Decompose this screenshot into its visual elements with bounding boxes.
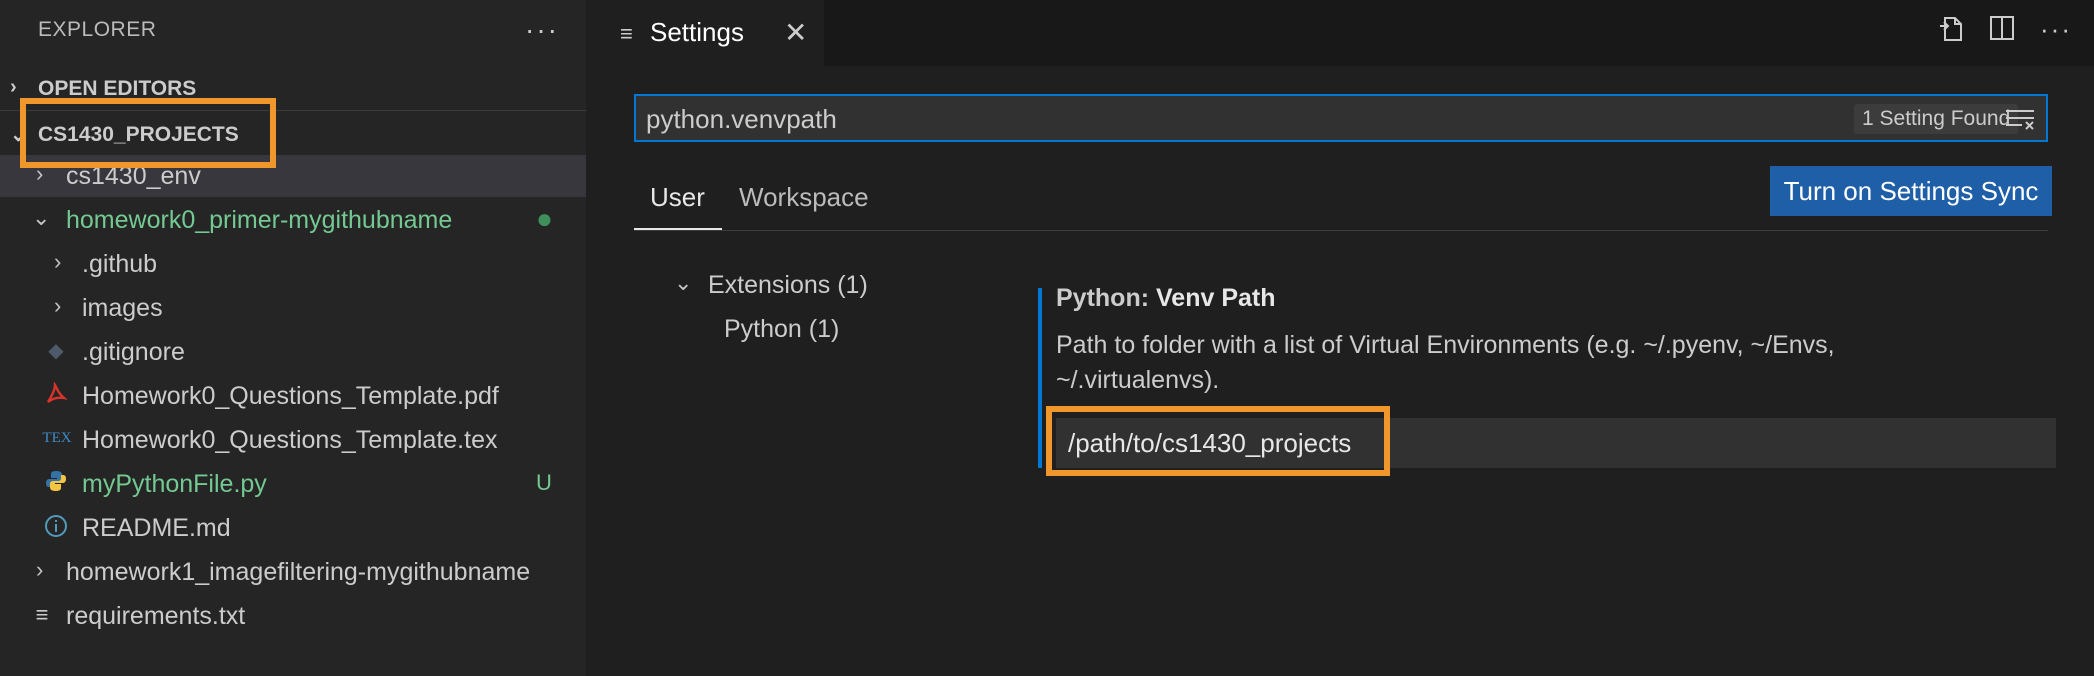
setting-title: Python: Venv Path [1056,284,1276,313]
chevron-down-icon[interactable]: ⌄ [674,270,692,296]
tab-label: Settings [650,17,744,47]
clear-filter-icon[interactable] [2004,106,2038,132]
tree-item-cs1430-env[interactable]: › cs1430_env [0,155,586,197]
tree-item-label: requirements.txt [66,602,246,630]
tree-item-label: homework0_primer-mygithubname [66,206,453,234]
tree-item-label: homework1_imagefiltering-mygithubname [66,558,531,586]
toc-extensions[interactable]: Extensions (1) [708,271,868,300]
tex-icon: TEX [42,430,72,446]
tree-item-label: README.md [82,514,231,542]
tree-item-label: .github [82,250,158,278]
tab-settings[interactable]: ≡ Settings ✕ [586,0,824,67]
divider [0,110,586,111]
tree-item-label: images [82,294,163,322]
git-icon: ◆ [48,340,64,362]
tab-bar: ≡ Settings ✕ ··· [586,0,2094,67]
tree-item-requirements[interactable]: ≡ requirements.txt [0,595,586,637]
chevron-right-icon: › [36,161,44,186]
untracked-badge: U [536,470,552,495]
python-icon [44,470,68,496]
explorer-title: EXPLORER [38,18,157,41]
tree-item-github[interactable]: › .github [0,243,586,285]
text-file-icon: ≡ [35,602,49,627]
settings-lines-icon: ≡ [620,21,633,46]
split-editor-icon[interactable] [1988,14,2016,49]
chevron-right-icon: › [10,76,17,98]
tree-item-python-file[interactable]: myPythonFile.py U [0,463,586,505]
divider [634,230,2048,231]
settings-sync-button[interactable]: Turn on Settings Sync [1770,166,2052,216]
chevron-down-icon: ⌄ [10,124,27,146]
tree-item-homework0[interactable]: ⌄ homework0_primer-mygithubname ● [0,199,586,241]
open-settings-json-icon[interactable] [1936,14,1966,51]
tree-item-readme[interactable]: README.md [0,507,586,549]
tree-item-label: myPythonFile.py [82,470,267,498]
setting-name: Venv Path [1156,284,1276,312]
explorer-sidebar: EXPLORER ··· › OPEN EDITORS ⌄ CS1430_PRO… [0,0,586,676]
more-actions-icon[interactable]: ··· [525,14,559,46]
tree-item-homework1[interactable]: › homework1_imagefiltering-mygithubname [0,551,586,593]
setting-focus-bar [1038,288,1042,468]
venv-path-input[interactable]: /path/to/cs1430_projects [1056,418,2056,468]
tree-item-label: .gitignore [82,338,185,366]
tree-item-label: Homework0_Questions_Template.tex [82,426,498,454]
close-icon[interactable]: ✕ [784,16,807,49]
tab-workspace[interactable]: Workspace [739,182,869,213]
settings-search-input[interactable] [644,102,1748,136]
chevron-right-icon: › [36,557,44,582]
project-folder-label: CS1430_PROJECTS [38,123,239,146]
tree-item-tex[interactable]: TEX Homework0_Questions_Template.tex [0,419,586,461]
project-folder-header[interactable]: ⌄ CS1430_PROJECTS [0,114,586,154]
info-icon [44,514,68,540]
setting-category: Python: [1056,284,1150,312]
setting-description: Path to folder with a list of Virtual En… [1056,331,1835,394]
tree-item-label: Homework0_Questions_Template.pdf [82,382,499,410]
chevron-right-icon: › [54,249,62,274]
tree-item-gitignore[interactable]: ◆ .gitignore [0,331,586,373]
modified-dot-icon: ● [536,203,553,234]
tab-user[interactable]: User [650,182,705,213]
chevron-right-icon: › [54,293,62,318]
settings-search[interactable]: 1 Setting Found [634,94,2048,142]
tree-item-images[interactable]: › images [0,287,586,329]
open-editors-header[interactable]: › OPEN EDITORS [0,68,586,108]
venv-path-value[interactable]: /path/to/cs1430_projects [1068,428,1351,459]
tree-item-pdf[interactable]: Homework0_Questions_Template.pdf [0,375,586,417]
chevron-down-icon: ⌄ [32,205,51,230]
more-actions-icon[interactable]: ··· [2040,14,2072,45]
settings-found-count: 1 Setting Found [1854,104,2019,134]
tree-item-label: cs1430_env [66,162,201,190]
settings-editor: ≡ Settings ✕ ··· 1 Setting Found User Wo… [586,0,2094,676]
open-editors-label: OPEN EDITORS [38,77,197,100]
pdf-icon [44,381,69,408]
toc-python[interactable]: Python (1) [724,315,839,344]
